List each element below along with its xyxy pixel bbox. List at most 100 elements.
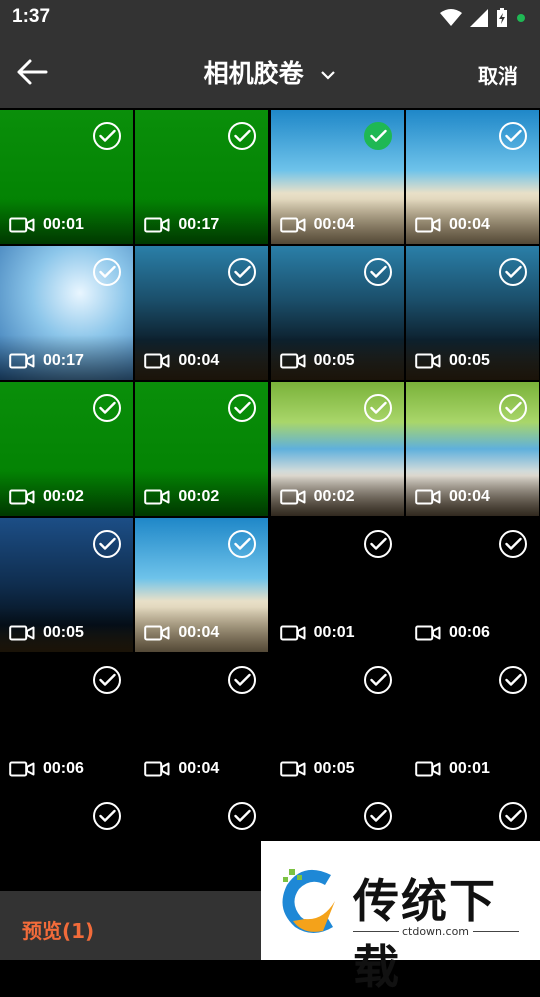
check-circle-icon[interactable] [363,802,392,830]
check-circle-icon[interactable] [498,802,527,830]
media-tile[interactable]: 00:04 [135,246,269,380]
video-info: 00:05 [279,352,355,370]
check-circle-icon[interactable] [498,258,527,286]
video-camera-icon [144,625,170,641]
check-circle-icon[interactable] [498,122,527,150]
video-duration: 00:01 [313,624,355,641]
video-duration: 00:04 [448,216,490,233]
check-circle-icon[interactable] [363,122,392,150]
video-duration: 00:17 [178,216,220,233]
video-camera-icon [9,761,35,777]
preview-button[interactable]: 预览(1) [22,915,94,944]
video-camera-icon [415,761,441,777]
media-tile[interactable]: 00:06 [0,654,133,788]
video-duration: 00:04 [448,488,490,505]
check-circle-icon[interactable] [93,802,121,830]
video-duration: 00:01 [448,760,490,777]
check-circle-icon[interactable] [363,530,392,558]
media-tile[interactable]: 00:17 [0,246,133,380]
video-duration: 00:06 [43,760,84,777]
media-tile[interactable]: 00:05 [270,654,404,788]
video-info: 00:01 [415,760,490,778]
video-duration: 00:02 [313,488,355,505]
watermark-logo [282,869,335,933]
media-tile[interactable]: 00:17 [135,110,269,244]
video-camera-icon [144,217,170,233]
video-camera-icon [9,353,35,369]
video-duration: 00:05 [43,624,84,641]
video-info: 00:02 [9,488,84,506]
media-tile[interactable]: 00:04 [270,110,404,244]
check-circle-icon[interactable] [498,530,527,558]
check-circle-icon[interactable] [498,666,527,694]
video-camera-icon [415,625,441,641]
check-circle-icon[interactable] [93,530,121,558]
video-duration: 00:04 [178,624,220,641]
video-camera-icon [415,353,441,369]
watermark-url: ctdown.com [401,925,470,938]
media-tile[interactable]: 00:04 [135,654,269,788]
check-circle-icon[interactable] [93,122,121,150]
video-camera-icon [279,353,306,369]
media-tile[interactable]: 00:04 [405,382,539,516]
media-tile[interactable]: 00:01 [405,654,539,788]
video-info: 00:04 [144,352,219,370]
video-camera-icon [9,625,35,641]
video-info: 00:04 [144,760,219,778]
media-tile[interactable]: 00:06 [405,518,539,652]
page-title: 相机胶卷 [203,59,304,88]
check-circle-icon[interactable] [363,258,392,286]
video-duration: 00:01 [43,216,84,233]
video-info: 00:02 [144,488,219,506]
check-circle-icon[interactable] [363,666,392,694]
check-circle-icon[interactable] [363,394,392,422]
check-circle-icon[interactable] [498,394,527,422]
media-tile[interactable]: 00:02 [270,382,404,516]
video-camera-icon [415,217,441,233]
video-duration: 00:06 [448,624,490,641]
video-info: 00:04 [415,488,490,506]
video-duration: 00:05 [448,352,490,369]
cancel-button[interactable]: 取消 [478,60,518,89]
video-camera-icon [279,761,306,777]
check-circle-icon[interactable] [93,394,121,422]
video-camera-icon [144,353,170,369]
video-info: 00:06 [415,624,490,642]
media-tile[interactable]: 00:01 [270,518,404,652]
top-bar: 相机胶卷 取消 [0,36,540,108]
check-circle-icon[interactable] [93,666,121,694]
video-camera-icon [144,489,170,505]
album-selector[interactable]: 相机胶卷 [0,54,540,90]
video-info: 00:04 [279,216,355,234]
wifi-icon [440,9,462,26]
media-tile[interactable]: 00:05 [270,246,404,380]
check-circle-icon[interactable] [93,258,121,286]
video-camera-icon [9,217,35,233]
notification-dot-icon [517,14,525,22]
video-camera-icon [144,761,170,777]
media-tile[interactable]: 00:01 [0,110,133,244]
media-tile[interactable]: 00:05 [0,518,133,652]
status-time: 1:37 [12,6,51,27]
media-tile[interactable]: 00:04 [135,518,269,652]
video-duration: 00:17 [43,352,84,369]
video-info: 00:06 [9,760,84,778]
chevron-down-icon [321,71,336,80]
video-camera-icon [415,489,441,505]
signal-icon [470,9,488,27]
video-info: 00:17 [144,216,219,234]
media-tile[interactable]: 00:02 [0,382,133,516]
video-duration: 00:05 [313,352,355,369]
video-info: 00:04 [415,216,490,234]
video-camera-icon [279,217,306,233]
video-info: 00:01 [279,624,355,642]
video-info: 00:02 [279,488,355,506]
media-tile[interactable]: 00:02 [135,382,269,516]
video-info: 00:05 [9,624,84,642]
battery-charging-icon [497,8,507,27]
video-duration: 00:04 [178,352,220,369]
media-tile[interactable]: 00:05 [405,246,539,380]
media-tile[interactable]: 00:04 [405,110,539,244]
video-camera-icon [279,625,306,641]
status-bar: 1:37 [0,0,540,36]
